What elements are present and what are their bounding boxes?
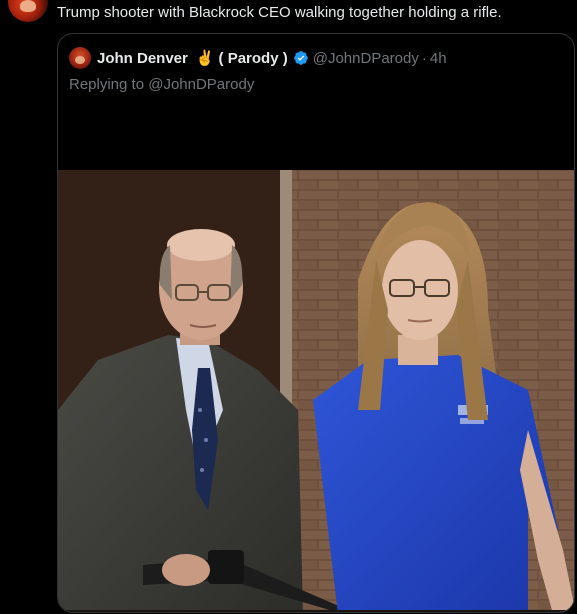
- quoted-tweet-card[interactable]: John Denver ✌️ ( Parody ) @JohnDParody ·…: [57, 33, 575, 613]
- quoted-author-handle[interactable]: @JohnDParody: [313, 50, 419, 67]
- parody-label[interactable]: ( Parody ): [219, 50, 288, 67]
- quoted-tweet-image[interactable]: [58, 110, 574, 612]
- quoted-tweet-time[interactable]: 4h: [430, 50, 447, 67]
- verified-badge-icon: [293, 50, 309, 66]
- separator-dot: ·: [421, 49, 427, 67]
- tweet-text: Trump shooter with Blackrock CEO walking…: [57, 4, 502, 21]
- quoted-author-name[interactable]: John Denver: [97, 50, 188, 67]
- black-band: [58, 110, 574, 170]
- quoted-author-avatar[interactable]: [69, 47, 91, 69]
- replying-to-text: Replying to @JohnDParody: [69, 76, 255, 93]
- victory-hand-emoji: ✌️: [195, 50, 215, 67]
- user-avatar[interactable]: [8, 0, 48, 22]
- quoted-tweet-header: John Denver ✌️ ( Parody ) @JohnDParody ·…: [69, 47, 447, 69]
